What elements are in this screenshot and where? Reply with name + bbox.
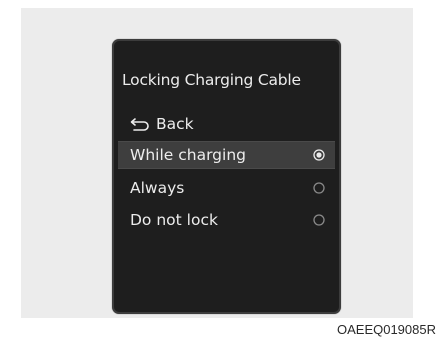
option-while-charging[interactable]: While charging (118, 141, 335, 169)
radio-unselected-icon (313, 214, 325, 226)
figure-code: OAEEQ019085R (336, 322, 436, 337)
display-screen: Locking Charging Cable Back While chargi… (112, 39, 341, 314)
radio-unselected-icon (313, 182, 325, 194)
radio-selected-icon (313, 149, 325, 161)
option-label: Always (130, 179, 185, 197)
option-label: While charging (130, 146, 246, 164)
option-do-not-lock[interactable]: Do not lock (118, 206, 335, 234)
option-always[interactable]: Always (118, 174, 335, 202)
menu-title: Locking Charging Cable (122, 71, 301, 89)
back-label: Back (156, 115, 194, 133)
back-button[interactable]: Back (130, 113, 194, 135)
option-label: Do not lock (130, 211, 218, 229)
return-arrow-icon (130, 118, 149, 131)
